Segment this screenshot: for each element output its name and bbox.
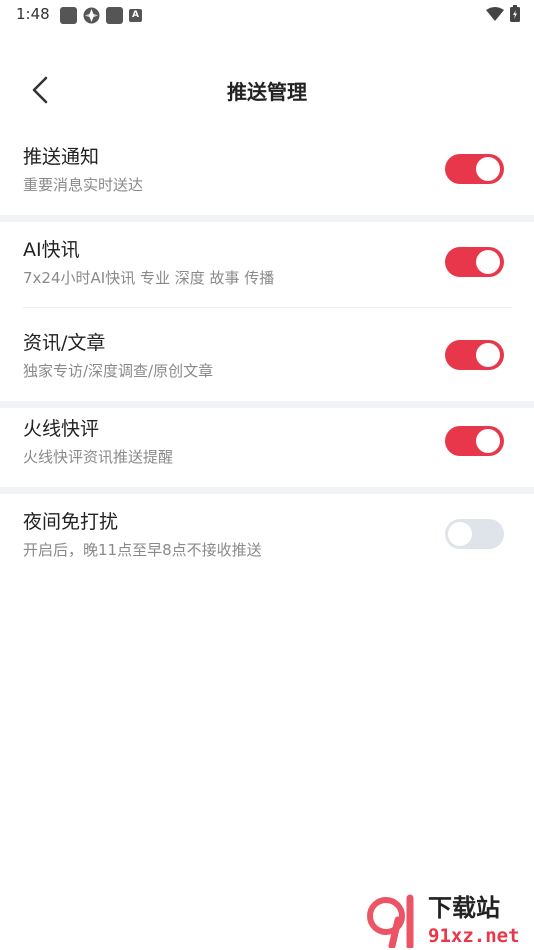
badge-icon: A <box>129 9 142 22</box>
setting-subtitle: 重要消息实时送达 <box>23 176 144 194</box>
toggle-knob <box>476 343 500 367</box>
section-quick-review: 火线快评 火线快评资讯推送提醒 <box>0 394 534 494</box>
push-toggle[interactable] <box>445 154 504 184</box>
page-title: 推送管理 <box>227 80 307 104</box>
setting-subtitle: 火线快评资讯推送提醒 <box>23 448 174 466</box>
toggle-knob <box>476 429 500 453</box>
setting-title: 推送通知 <box>23 146 100 168</box>
watermark-logo: 下载站 91xz.net <box>367 894 520 948</box>
setting-subtitle: 独家专访/深度调查/原创文章 <box>23 362 214 380</box>
setting-row-ai-news: AI快讯 7x24小时AI快讯 专业 深度 故事 传播 <box>0 215 534 308</box>
setting-title: 资讯/文章 <box>23 332 106 354</box>
night-dnd-toggle[interactable] <box>445 519 504 549</box>
setting-row-push: 推送通知 重要消息实时送达 <box>0 122 534 215</box>
sync-notification-icon <box>83 7 100 24</box>
toggle-knob <box>476 157 500 181</box>
watermark-url: 91xz.net <box>428 925 520 947</box>
wifi-icon <box>486 6 504 21</box>
setting-row-night-dnd: 夜间免打扰 开启后，晚11点至早8点不接收推送 <box>0 487 534 580</box>
setting-subtitle: 7x24小时AI快讯 专业 深度 故事 传播 <box>23 269 275 287</box>
articles-toggle[interactable] <box>445 340 504 370</box>
setting-title: 火线快评 <box>23 418 100 440</box>
ai-news-toggle[interactable] <box>445 247 504 277</box>
section-content: AI快讯 7x24小时AI快讯 专业 深度 故事 传播 资讯/文章 独家专访/深… <box>0 215 534 408</box>
toggle-knob <box>476 250 500 274</box>
watermark-brand: 下载站 <box>428 894 500 922</box>
setting-subtitle: 开启后，晚11点至早8点不接收推送 <box>23 541 262 559</box>
app-notification-icon-2 <box>106 7 123 24</box>
section-push-notification: 推送通知 重要消息实时送达 <box>0 122 534 222</box>
setting-title: 夜间免打扰 <box>23 511 119 533</box>
app-notification-icon <box>60 7 77 24</box>
status-bar: 1:48 A <box>0 0 534 30</box>
setting-row-quick-review: 火线快评 火线快评资讯推送提醒 <box>0 394 534 487</box>
system-icons <box>486 5 520 22</box>
setting-title: AI快讯 <box>23 239 80 261</box>
setting-row-articles: 资讯/文章 独家专访/深度调查/原创文章 <box>0 308 534 401</box>
notification-icons: A <box>60 7 142 24</box>
status-time: 1:48 <box>16 5 50 23</box>
toggle-knob <box>448 522 472 546</box>
quick-review-toggle[interactable] <box>445 426 504 456</box>
header: 推送管理 <box>0 58 534 122</box>
battery-icon <box>510 5 520 22</box>
section-do-not-disturb: 夜间免打扰 开启后，晚11点至早8点不接收推送 <box>0 487 534 580</box>
